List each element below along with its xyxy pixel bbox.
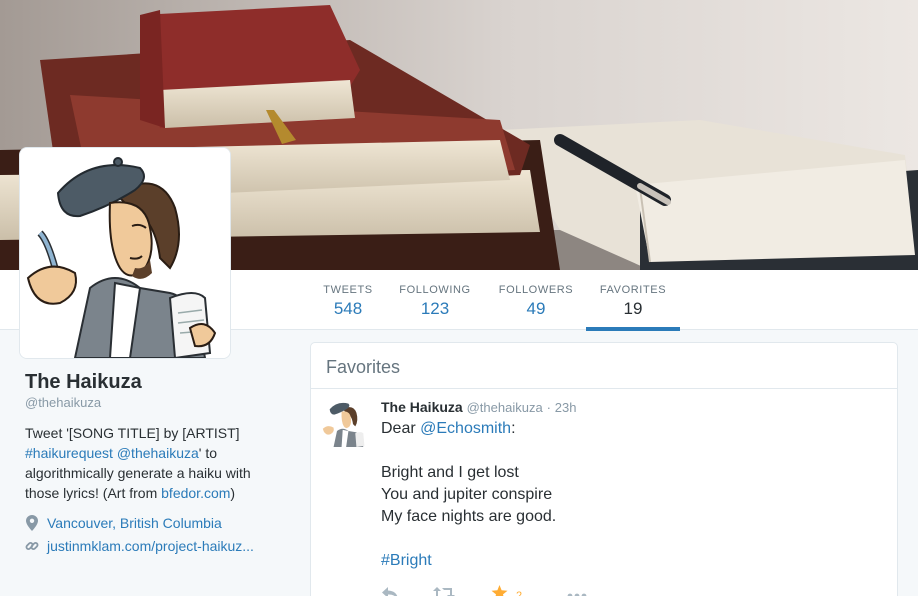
- following-stat-tab[interactable]: FOLLOWING 123: [398, 270, 472, 330]
- tweet-header: The Haikuza @thehaikuza · 23h: [381, 399, 882, 416]
- more-dots-icon: [567, 586, 587, 596]
- tweet-actions: 2: [381, 584, 882, 596]
- profile-location: Vancouver, British Columbia: [25, 513, 275, 533]
- followers-stat-tab[interactable]: FOLLOWERS 49: [496, 270, 576, 330]
- tweet-colon: :: [511, 420, 516, 437]
- tweet-author-handle[interactable]: @thehaikuza: [467, 400, 543, 415]
- bio-mention-link[interactable]: @thehaikuza: [117, 445, 199, 461]
- map-pin-icon: [25, 515, 39, 531]
- favorites-heading: Favorites: [311, 343, 897, 389]
- followers-stat-label: FOLLOWERS: [498, 284, 574, 296]
- favorites-timeline: Favorites The Haikuza @thehaikuza · 23h …: [310, 342, 898, 596]
- more-button[interactable]: [567, 586, 587, 596]
- tweet-line: You and jupiter conspire: [381, 486, 553, 503]
- bio-website-link[interactable]: bfedor.com: [161, 485, 230, 501]
- tweet-item[interactable]: The Haikuza @thehaikuza · 23h Dear @Echo…: [311, 389, 897, 596]
- tweet-timestamp[interactable]: 23h: [555, 400, 577, 415]
- favorite-count: 2: [516, 590, 523, 596]
- following-stat-value: 123: [420, 299, 450, 318]
- tweet-separator: ·: [546, 400, 551, 415]
- followers-stat-value: 49: [526, 299, 546, 318]
- profile-bio: Tweet '[SONG TITLE] by [ARTIST] #haikure…: [25, 423, 265, 503]
- profile-avatar[interactable]: [19, 147, 231, 359]
- website-link[interactable]: justinmklam.com/project-haikuz...: [47, 536, 254, 556]
- star-icon: [491, 584, 508, 596]
- tweets-stat-value: 548: [333, 299, 363, 318]
- location-link[interactable]: Vancouver, British Columbia: [47, 513, 222, 533]
- reply-icon: [381, 586, 399, 596]
- tweet-avatar[interactable]: [321, 399, 369, 447]
- tweet-line: Bright and I get lost: [381, 464, 519, 481]
- tweets-stat-tab[interactable]: TWEETS 548: [318, 270, 378, 330]
- tweet-author-name[interactable]: The Haikuza: [381, 399, 463, 415]
- tweet-line: My face nights are good.: [381, 508, 557, 525]
- profile-name[interactable]: The Haikuza: [25, 370, 275, 394]
- tweets-stat-label: TWEETS: [323, 284, 373, 296]
- profile-handle[interactable]: @thehaikuza: [25, 394, 275, 412]
- retweet-button[interactable]: [433, 586, 491, 596]
- link-icon: [25, 538, 39, 554]
- bio-text: ): [230, 485, 236, 501]
- profile-card: The Haikuza @thehaikuza Tweet '[SONG TIT…: [25, 370, 275, 556]
- reply-button[interactable]: [381, 586, 433, 596]
- favorites-stat-value: 19: [623, 299, 643, 318]
- profile-website: justinmklam.com/project-haikuz...: [25, 536, 275, 556]
- favorites-stat-label: FAVORITES: [599, 284, 667, 296]
- bio-hashtag-link[interactable]: #haikurequest: [25, 445, 113, 461]
- tweet-greeting: Dear: [381, 420, 421, 437]
- favorite-button[interactable]: 2: [491, 584, 567, 596]
- tweet-line: Dear @Echosmith:: [381, 418, 882, 440]
- bio-text: Tweet '[SONG TITLE] by [ARTIST]: [25, 425, 240, 441]
- retweet-icon: [433, 586, 455, 596]
- tweet-line: #Bright: [381, 550, 882, 572]
- tweet-hashtag-link[interactable]: #Bright: [381, 552, 432, 569]
- following-stat-label: FOLLOWING: [399, 284, 471, 296]
- tweet-mention-link[interactable]: @Echosmith: [420, 420, 511, 437]
- tweet-text: Dear @Echosmith: Bright and I get lost Y…: [381, 418, 882, 572]
- favorites-stat-tab[interactable]: FAVORITES 19: [586, 270, 680, 331]
